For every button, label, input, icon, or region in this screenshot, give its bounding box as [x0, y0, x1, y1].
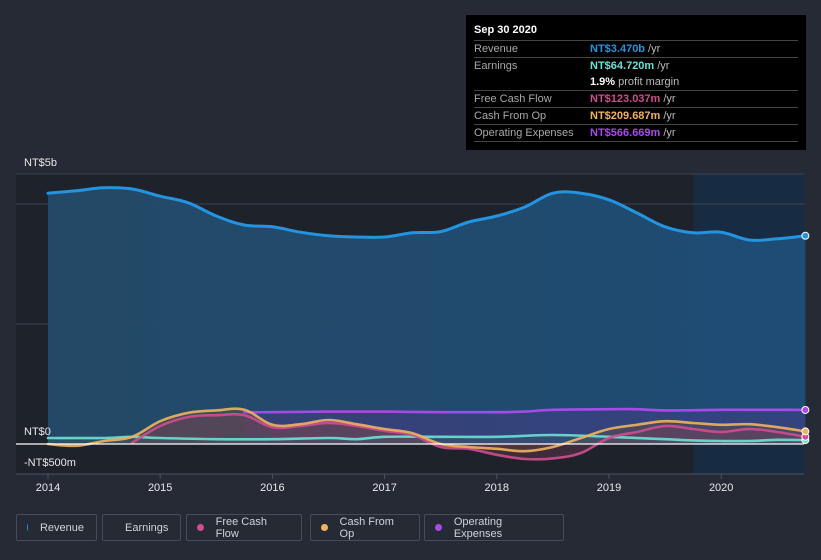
- tooltip-row-label: Free Cash Flow: [474, 93, 552, 105]
- tooltip-row: Revenue NT$3.470b/yr: [474, 41, 798, 58]
- x-tick-label: 2019: [596, 482, 622, 494]
- x-tick-label: 2018: [484, 482, 510, 494]
- tooltip-row-unit: /yr: [663, 93, 676, 105]
- legend-label: Earnings: [125, 521, 169, 534]
- revenue-endpoint[interactable]: [801, 231, 810, 240]
- legend-item-free-cash-flow[interactable]: Free Cash Flow: [186, 514, 302, 541]
- tooltip-row-unit: profit margin: [618, 76, 680, 88]
- tooltip-row: Cash From Op NT$209.687m/yr: [474, 108, 798, 125]
- legend-label: Operating Expenses: [453, 515, 503, 540]
- tooltip-row: 1.9% profit margin: [474, 74, 798, 91]
- tooltip-row: Free Cash Flow NT$123.037m/yr: [474, 91, 798, 108]
- tooltip-row-label: Revenue: [474, 43, 519, 55]
- legend-item-revenue[interactable]: Revenue: [16, 514, 97, 541]
- tooltip-row-value: NT$64.720m: [590, 60, 655, 72]
- y-tick-label-zero: NT$0: [24, 426, 51, 438]
- legend-label: Cash From Op: [339, 515, 394, 540]
- tooltip-row: Earnings NT$64.720m/yr: [474, 58, 798, 74]
- x-tick-label: 2014: [35, 482, 61, 494]
- tooltip: Sep 30 2020 Revenue NT$3.470b/yr Earnings N…: [466, 15, 806, 150]
- legend-label: Free Cash Flow: [215, 515, 267, 540]
- operating-expenses-endpoint[interactable]: [801, 405, 810, 414]
- cash-from-op-endpoint[interactable]: [801, 427, 810, 436]
- tooltip-date: Sep 30 2020: [474, 23, 798, 41]
- legend-item-earnings[interactable]: Earnings: [102, 514, 181, 541]
- tooltip-row-value: NT$123.037m: [590, 93, 661, 105]
- legend-item-operating-expenses[interactable]: Operating Expenses: [424, 514, 564, 541]
- legend-dot-icon: [435, 524, 442, 531]
- tooltip-row-value: NT$3.470b: [590, 43, 646, 55]
- tooltip-row-unit: /yr: [648, 43, 661, 55]
- legend-dot-icon: [27, 524, 28, 531]
- tooltip-row-unit: /yr: [657, 60, 670, 72]
- tooltip-row-unit: /yr: [663, 127, 676, 139]
- legend-dot-icon: [321, 524, 328, 531]
- x-tick-label: 2016: [260, 482, 285, 494]
- tooltip-row-label: [474, 74, 590, 90]
- tooltip-row-label: Earnings: [474, 60, 518, 72]
- tooltip-row-value: 1.9%: [590, 76, 616, 88]
- tooltip-row-value: NT$566.669m: [590, 127, 661, 139]
- x-tick-label: 2015: [147, 482, 173, 494]
- y-tick-label-bottom: -NT$500m: [24, 457, 76, 469]
- legend-label: Revenue: [39, 521, 84, 534]
- x-tick-label: 2017: [372, 482, 397, 494]
- y-tick-label-top: NT$5b: [24, 157, 58, 169]
- legend-dot-icon: [197, 524, 204, 531]
- tooltip-row-value: NT$209.687m: [590, 110, 661, 122]
- tooltip-row-label: Operating Expenses: [474, 127, 574, 139]
- tooltip-row: Operating Expenses NT$566.669m/yr: [474, 125, 798, 142]
- tooltip-row-unit: /yr: [663, 110, 676, 122]
- x-tick-label: 2020: [708, 482, 734, 494]
- x-ticks: [47, 474, 722, 479]
- legend-item-cash-from-op[interactable]: Cash From Op: [310, 514, 420, 541]
- tooltip-row-label: Cash From Op: [474, 110, 547, 122]
